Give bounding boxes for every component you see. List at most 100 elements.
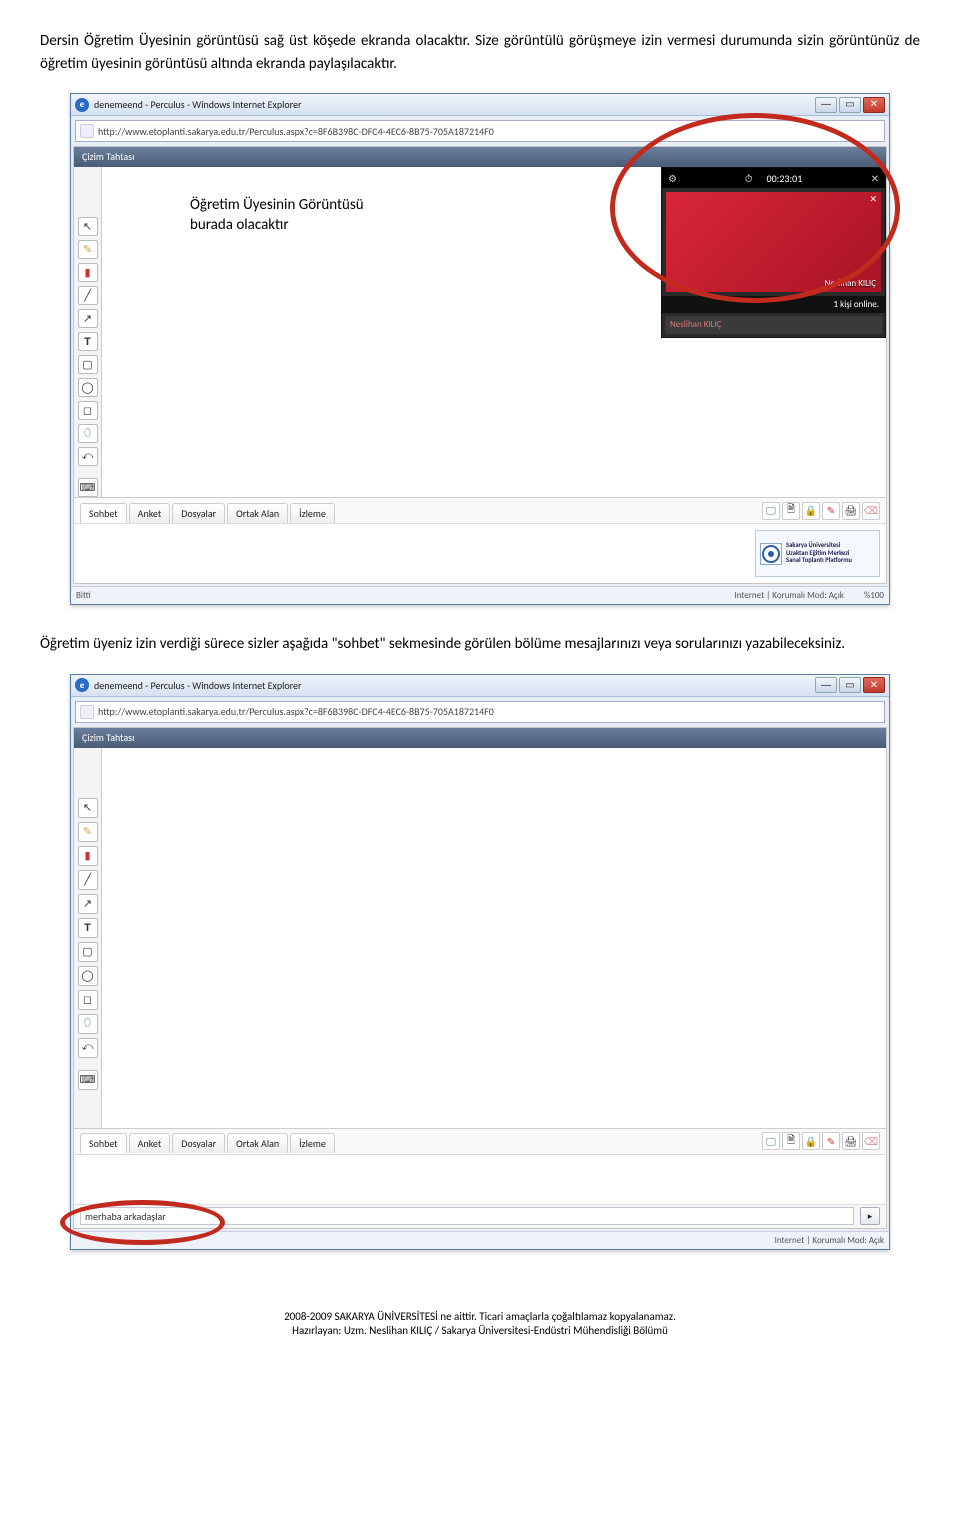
window-controls-2: — ▭ ✕ bbox=[815, 677, 885, 693]
clock-icon: ⏱ bbox=[745, 172, 753, 185]
status-right-2: Internet | Korumalı Mod: Açık bbox=[775, 1235, 884, 1246]
whiteboard-canvas-2[interactable] bbox=[102, 748, 886, 1128]
chat-messages-2[interactable] bbox=[74, 1155, 886, 1204]
ellipse-tool-icon[interactable]: ⬯ bbox=[78, 1014, 98, 1034]
chat-area-2 bbox=[74, 1154, 886, 1204]
highlighter-tool-icon[interactable]: ▮ bbox=[78, 263, 98, 282]
annotation-presenter-video: Öğretim Üyesinin Görüntüsü burada olacak… bbox=[190, 195, 364, 236]
send-button[interactable]: ▸ bbox=[860, 1207, 880, 1225]
pencil-tool-icon[interactable]: ✎ bbox=[78, 240, 98, 259]
screen-share-icon[interactable]: 🖵 bbox=[762, 1132, 780, 1150]
eraser-icon[interactable]: ⌫ bbox=[862, 502, 880, 520]
minimize-button[interactable]: — bbox=[815, 677, 837, 693]
pencil-tool-icon[interactable]: ✎ bbox=[78, 822, 98, 842]
browser-window: e denemeend - Perculus - Windows Interne… bbox=[70, 93, 890, 605]
screen-share-icon[interactable]: 🖵 bbox=[762, 502, 780, 520]
text-tool-icon[interactable]: T bbox=[78, 332, 98, 351]
gear-icon[interactable]: ⚙ bbox=[668, 172, 677, 185]
url-text: http://www.etoplanti.sakarya.edu.tr/Perc… bbox=[98, 125, 494, 138]
fillrect-tool-icon[interactable]: ◻ bbox=[78, 401, 98, 420]
ie-icon: e bbox=[75, 678, 89, 692]
eraser-icon[interactable]: ⌫ bbox=[862, 1132, 880, 1150]
maximize-button[interactable]: ▭ bbox=[839, 97, 861, 113]
edit-icon[interactable]: ✎ bbox=[822, 1132, 840, 1150]
main-row-2: ↖ ✎ ▮ ╱ ↗ T ▢ ◯ ◻ ⬯ ⤺ ⌨ bbox=[74, 748, 886, 1128]
chat-input[interactable]: merhaba arkadaşlar bbox=[80, 1207, 854, 1225]
lock-icon[interactable]: 🔒 bbox=[802, 1132, 820, 1150]
page-footer: 2008-2009 SAKARYA ÜNİVERSİTESİ ne aittir… bbox=[40, 1310, 920, 1340]
video-header: ⚙ ⏱ 00:23:01 ✕ bbox=[662, 168, 885, 188]
arrow-tool-icon[interactable]: ↗ bbox=[78, 309, 98, 328]
chat-area: Sakarya Üniversitesi Uzaktan Eğitim Merk… bbox=[74, 523, 886, 583]
lock-icon[interactable]: 🔒 bbox=[802, 502, 820, 520]
tab-dosyalar[interactable]: Dosyalar bbox=[172, 503, 225, 523]
close-button[interactable]: ✕ bbox=[863, 677, 885, 693]
presenter-video: ✕ Neslihan KILIÇ bbox=[666, 192, 881, 292]
logo-text: Sakarya Üniversitesi Uzaktan Eğitim Merk… bbox=[786, 542, 852, 564]
document-icon[interactable]: 🗎 bbox=[782, 502, 800, 520]
tab-sohbet[interactable]: Sohbet bbox=[80, 1133, 127, 1153]
participant-item[interactable]: Neslihan KILIÇ bbox=[665, 316, 882, 334]
highlighter-tool-icon[interactable]: ▮ bbox=[78, 846, 98, 866]
video-close-icon[interactable]: ✕ bbox=[871, 172, 879, 185]
video-inner-close-icon[interactable]: ✕ bbox=[869, 194, 877, 205]
page-icon bbox=[80, 705, 94, 719]
line-tool-icon[interactable]: ╱ bbox=[78, 870, 98, 890]
line-tool-icon[interactable]: ╱ bbox=[78, 286, 98, 305]
chat-messages[interactable] bbox=[74, 524, 749, 583]
window-title: denemeend - Perculus - Windows Internet … bbox=[94, 98, 302, 111]
rect-tool-icon[interactable]: ▢ bbox=[78, 355, 98, 374]
workspace-tab[interactable]: Çizim Tahtası bbox=[74, 147, 886, 167]
circle-tool-icon[interactable]: ◯ bbox=[78, 378, 98, 397]
keyboard-tool-icon[interactable]: ⌨ bbox=[78, 1070, 98, 1090]
intro-paragraph-1: Dersin Öğretim Üyesinin görüntüsü sağ üs… bbox=[40, 30, 920, 75]
pointer-tool-icon[interactable]: ↖ bbox=[78, 798, 98, 818]
tab-sohbet[interactable]: Sohbet bbox=[80, 503, 127, 523]
browser-status-bar: Bitti Internet | Korumalı Mod: Açık %100 bbox=[71, 586, 889, 604]
address-bar[interactable]: http://www.etoplanti.sakarya.edu.tr/Perc… bbox=[75, 120, 885, 142]
ellipse-tool-icon[interactable]: ⬯ bbox=[78, 424, 98, 443]
screenshot-2: e denemeend - Perculus - Windows Interne… bbox=[70, 674, 890, 1250]
drawing-toolbar: ↖ ✎ ▮ ╱ ↗ T ▢ ◯ ◻ ⬯ ⤺ ⌨ bbox=[74, 167, 102, 497]
tab-anket[interactable]: Anket bbox=[129, 503, 171, 523]
tab-ortak[interactable]: Ortak Alan bbox=[227, 1133, 288, 1153]
circle-tool-icon[interactable]: ◯ bbox=[78, 966, 98, 986]
tab-ortak[interactable]: Ortak Alan bbox=[227, 503, 288, 523]
maximize-button[interactable]: ▭ bbox=[839, 677, 861, 693]
arrow-tool-icon[interactable]: ↗ bbox=[78, 894, 98, 914]
tab-anket[interactable]: Anket bbox=[129, 1133, 171, 1153]
rect-tool-icon[interactable]: ▢ bbox=[78, 942, 98, 962]
url-text-2: http://www.etoplanti.sakarya.edu.tr/Perc… bbox=[98, 705, 494, 718]
tab-izleme[interactable]: İzleme bbox=[290, 1133, 335, 1153]
browser-status-bar-2: Internet | Korumalı Mod: Açık bbox=[71, 1231, 889, 1249]
fillrect-tool-icon[interactable]: ◻ bbox=[78, 990, 98, 1010]
edit-icon[interactable]: ✎ bbox=[822, 502, 840, 520]
tab-dosyalar[interactable]: Dosyalar bbox=[172, 1133, 225, 1153]
address-bar-2[interactable]: http://www.etoplanti.sakarya.edu.tr/Perc… bbox=[75, 701, 885, 723]
app-body-2: Çizim Tahtası ↖ ✎ ▮ ╱ ↗ T ▢ ◯ ◻ ⬯ ⤺ ⌨ bbox=[73, 727, 887, 1229]
screenshot-1: e denemeend - Perculus - Windows Interne… bbox=[70, 93, 890, 605]
undo-tool-icon[interactable]: ⤺ bbox=[78, 447, 98, 466]
workspace-tab-2[interactable]: Çizim Tahtası bbox=[74, 728, 886, 748]
window-title-2: denemeend - Perculus - Windows Internet … bbox=[94, 679, 302, 692]
online-count: 1 kişi online. bbox=[662, 296, 885, 313]
ie-icon: e bbox=[75, 98, 89, 112]
window-controls: — ▭ ✕ bbox=[815, 97, 885, 113]
status-left: Bitti bbox=[76, 590, 91, 601]
close-button[interactable]: ✕ bbox=[863, 97, 885, 113]
keyboard-tool-icon[interactable]: ⌨ bbox=[78, 478, 98, 497]
minimize-button[interactable]: — bbox=[815, 97, 837, 113]
document-icon[interactable]: 🗎 bbox=[782, 1132, 800, 1150]
print-icon[interactable]: 🖨 bbox=[842, 1132, 860, 1150]
chat-input-row: merhaba arkadaşlar ▸ bbox=[74, 1204, 886, 1228]
print-icon[interactable]: 🖨 bbox=[842, 502, 860, 520]
text-tool-icon[interactable]: T bbox=[78, 918, 98, 938]
university-logo-icon bbox=[760, 543, 782, 565]
undo-tool-icon[interactable]: ⤺ bbox=[78, 1038, 98, 1058]
pointer-tool-icon[interactable]: ↖ bbox=[78, 217, 98, 236]
status-right: Internet | Korumalı Mod: Açık bbox=[734, 590, 843, 601]
zoom-level: %100 bbox=[864, 590, 884, 601]
video-panel: ⚙ ⏱ 00:23:01 ✕ ✕ Neslihan KILIÇ 1 kişi o… bbox=[661, 167, 886, 338]
video-timer: 00:23:01 bbox=[767, 172, 803, 185]
tab-izleme[interactable]: İzleme bbox=[290, 503, 335, 523]
